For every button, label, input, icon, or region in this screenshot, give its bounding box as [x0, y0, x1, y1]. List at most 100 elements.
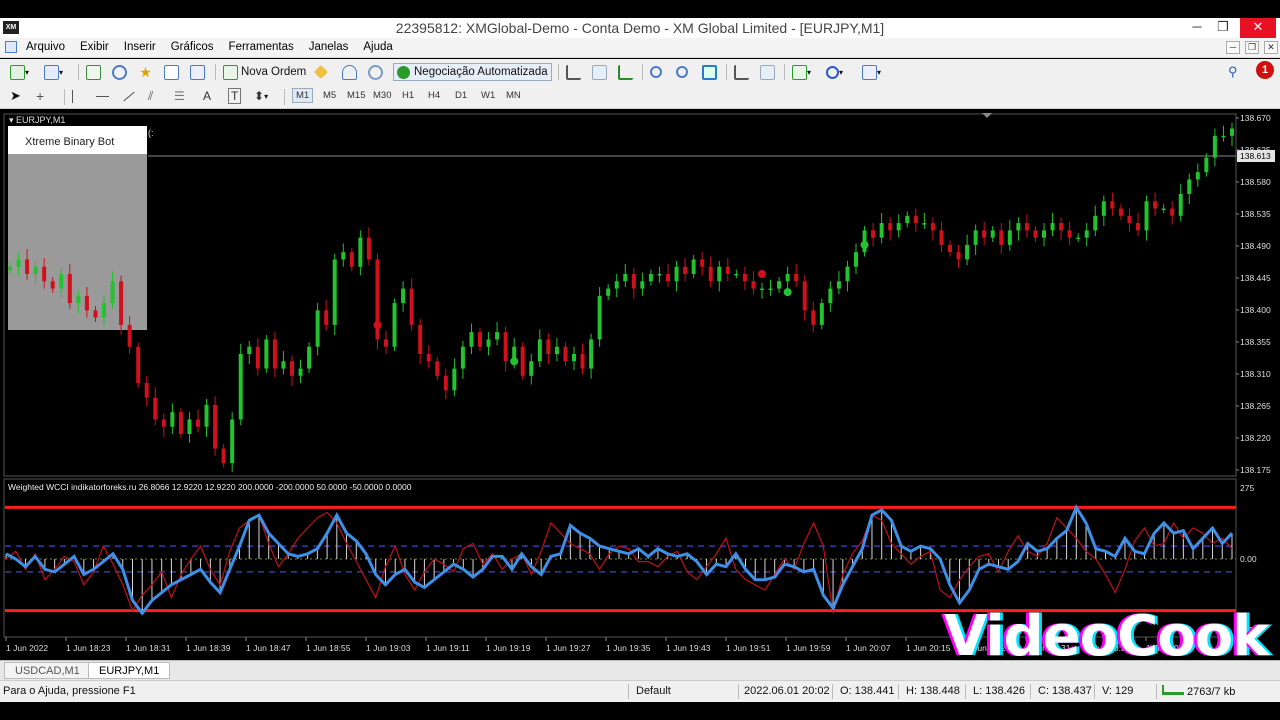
chart-shift-button[interactable]	[734, 63, 749, 81]
candle-body	[1042, 230, 1046, 238]
menu-ajuda[interactable]: Ajuda	[363, 41, 392, 53]
candle-body	[563, 346, 568, 362]
search-button[interactable]: ⚲	[1228, 63, 1238, 81]
periods-button[interactable]: ▾	[826, 63, 843, 81]
status-low: L: 138.426	[973, 685, 1025, 697]
menu-graficos[interactable]: Gráficos	[171, 41, 214, 53]
bar-chart-button[interactable]	[566, 63, 581, 81]
zoom-out-button[interactable]	[676, 63, 688, 81]
candle-body	[426, 354, 431, 362]
candle-body	[1093, 215, 1098, 231]
time-tick-label: 1 Jun 19:27	[546, 643, 591, 653]
text-label-button[interactable]: T	[228, 87, 242, 105]
mdi-close-button[interactable]: ✕	[1264, 41, 1278, 54]
maximize-button[interactable]: ❐	[1208, 18, 1238, 38]
auto-trading-button[interactable]: Negociação Automatizada	[393, 63, 552, 81]
text-button[interactable]: A	[203, 87, 211, 105]
candle-body	[25, 259, 30, 274]
market-button[interactable]	[368, 63, 383, 81]
trendline-button[interactable]	[122, 87, 136, 105]
terminal-button[interactable]	[164, 63, 179, 81]
candle-body	[572, 354, 576, 362]
auto-trading-label: Negociação Automatizada	[414, 66, 548, 78]
candle-body	[435, 361, 440, 376]
time-tick-label: 1 Jun 18:39	[186, 643, 231, 653]
channel-button[interactable]: ⫽	[148, 87, 153, 105]
favorites-button[interactable]: ★	[138, 63, 153, 81]
candlestick-button[interactable]	[592, 63, 607, 81]
timeframe-w1[interactable]: W1	[481, 90, 495, 101]
tester-button[interactable]	[190, 63, 205, 81]
menu-bar: Arquivo Exibir Inserir Gráficos Ferramen…	[0, 38, 1280, 58]
chart-window-icon[interactable]	[5, 41, 17, 53]
signals-button[interactable]	[342, 63, 357, 81]
candle-body	[640, 281, 645, 289]
clock-icon	[826, 65, 839, 79]
cursor-button[interactable]: ➤	[10, 87, 21, 105]
timeframe-d1[interactable]: D1	[455, 90, 467, 101]
timeframe-mn[interactable]: MN	[506, 90, 521, 101]
chart-canvas[interactable]: Xtreme Binary Bot (: ▾ EURJPY,M1 138.613…	[0, 110, 1280, 660]
new-chart-button[interactable]: ▾	[10, 63, 29, 81]
standard-toolbar: ▾ ▾ ★ Nova Ordem Negociação Automatizada…	[0, 59, 1280, 85]
candle-body	[811, 310, 816, 325]
fibonacci-button[interactable]: ☰	[174, 87, 185, 105]
line-chart-icon	[618, 64, 633, 80]
indicators-button[interactable]: ▾	[792, 63, 811, 81]
candle-body	[1050, 223, 1055, 231]
mdi-restore-button[interactable]: ❐	[1245, 41, 1259, 54]
candle-body	[1221, 135, 1226, 138]
candle-body	[871, 230, 876, 238]
tab-eurjpy[interactable]: EURJPY,M1	[88, 662, 171, 679]
candle-body	[922, 223, 927, 225]
autoscroll-button[interactable]	[760, 63, 775, 81]
mdi-minimize-button[interactable]: ─	[1226, 41, 1240, 54]
tile-windows-button[interactable]	[702, 63, 717, 81]
crosshair-button[interactable]: +	[36, 87, 44, 105]
candle-body	[136, 346, 141, 384]
timeframe-m1[interactable]: M1	[292, 88, 314, 103]
close-button[interactable]: ✕	[1240, 18, 1276, 38]
notifications-button[interactable]: 1	[1256, 61, 1274, 79]
timeframe-m15[interactable]: M15	[347, 90, 365, 101]
candle-body	[1084, 230, 1089, 238]
timeframe-h4[interactable]: H4	[428, 90, 440, 101]
menu-janelas[interactable]: Janelas	[309, 41, 349, 53]
price-tick-label: 138.265	[1240, 401, 1271, 411]
shapes-button[interactable]: ⬍ ▾	[254, 87, 268, 105]
navigator-button[interactable]	[112, 63, 127, 81]
line-chart-button[interactable]	[618, 63, 633, 81]
profiles-button[interactable]: ▾	[44, 63, 63, 81]
new-order-button[interactable]: Nova Ordem	[223, 63, 306, 81]
candle-body	[828, 288, 833, 304]
candle-body	[768, 288, 773, 291]
menu-exibir[interactable]: Exibir	[80, 41, 109, 53]
candle-body	[272, 339, 277, 369]
vertical-line-button[interactable]	[72, 87, 73, 105]
timeframe-m30[interactable]: M30	[373, 90, 391, 101]
market-watch-button[interactable]	[86, 63, 101, 81]
chart-window[interactable]: Xtreme Binary Bot (: ▾ EURJPY,M1 138.613…	[0, 110, 1280, 660]
candle-body	[443, 375, 448, 391]
menu-ferramentas[interactable]: Ferramentas	[229, 41, 294, 53]
candle-body	[589, 339, 594, 369]
tab-usdcad[interactable]: USDCAD,M1	[4, 662, 91, 679]
menu-inserir[interactable]: Inserir	[124, 41, 156, 53]
candle-body	[76, 295, 81, 304]
candle-body	[879, 223, 884, 238]
time-tick-label: 1 Jun 20:07	[846, 643, 891, 653]
horizontal-line-button[interactable]	[96, 87, 109, 105]
candle-body	[708, 266, 713, 282]
chart-symbol-label: ▾ EURJPY,M1	[9, 115, 65, 125]
zoom-in-button[interactable]	[650, 63, 662, 81]
templates-button[interactable]: ▾	[862, 63, 881, 81]
price-tick-label: 138.400	[1240, 305, 1271, 315]
metaeditor-button[interactable]	[313, 63, 329, 81]
candle-body	[965, 244, 970, 260]
candle-body	[648, 274, 653, 282]
menu-arquivo[interactable]: Arquivo	[26, 41, 65, 53]
chart-shift-marker	[982, 113, 992, 118]
candle-body	[683, 266, 688, 274]
timeframe-m5[interactable]: M5	[323, 90, 336, 101]
timeframe-h1[interactable]: H1	[402, 90, 414, 101]
